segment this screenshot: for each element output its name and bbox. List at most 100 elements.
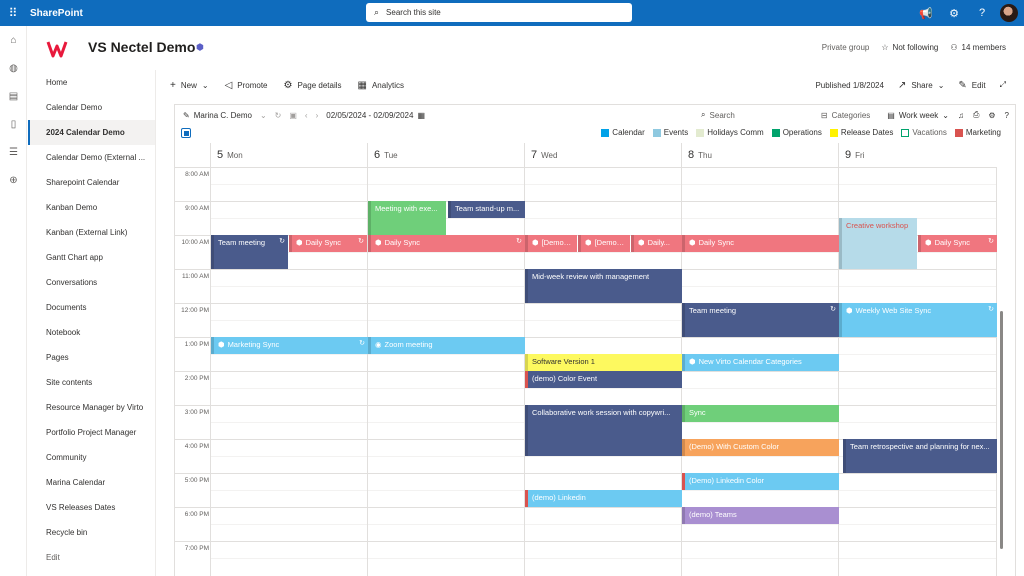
globe-icon[interactable]: ◍ xyxy=(0,54,27,82)
event-daily-sync-fri[interactable]: ⬢ Daily Sync ↻ xyxy=(918,235,997,252)
nav-item-vs-releases-dates[interactable]: VS Releases Dates xyxy=(28,495,155,520)
event-meeting-with-exec[interactable]: Meeting with exe... xyxy=(368,201,446,235)
nav-item-conversations[interactable]: Conversations xyxy=(28,270,155,295)
event-weekly-web-site-sync[interactable]: ⬢ Weekly Web Site Sync ↻ xyxy=(839,303,997,337)
nav-item-community[interactable]: Community xyxy=(28,445,155,470)
event-team-retrospective[interactable]: Team retrospective and planning for nex.… xyxy=(843,439,997,473)
event-demo-teams[interactable]: (demo) Teams xyxy=(682,507,839,524)
event-daily-sync-mon[interactable]: ⬢ Daily Sync ↻ xyxy=(289,235,367,252)
legend-release-dates[interactable]: Release Dates xyxy=(829,128,893,137)
day-header-mon[interactable]: 5 Mon xyxy=(210,143,367,167)
event-marketing-sync[interactable]: ⬢ Marketing Sync ↻ xyxy=(211,337,368,354)
date-range-picker[interactable]: 02/05/2024 - 02/09/2024 ▦ xyxy=(326,111,425,120)
today-icon[interactable]: ▣ xyxy=(289,111,297,120)
next-week-icon[interactable]: › xyxy=(316,111,319,120)
refresh-icon[interactable]: ↻ xyxy=(275,111,282,120)
help-icon[interactable]: ? xyxy=(968,0,996,26)
news-icon[interactable]: ▤ xyxy=(0,82,27,110)
gear-icon[interactable]: ⚙ xyxy=(988,111,995,120)
user-dropdown-icon[interactable]: ⌄ xyxy=(260,111,267,120)
home-icon[interactable]: ⌂ xyxy=(0,26,27,54)
nav-item-2024-calendar-demo[interactable]: 2024 Calendar Demo xyxy=(28,120,155,145)
event-team-meeting-thu[interactable]: Team meeting ↻ xyxy=(682,303,839,337)
user-selector[interactable]: ✎ Marina C. Demo xyxy=(183,111,252,120)
event-midweek-review[interactable]: Mid-week review with management xyxy=(525,269,682,303)
nav-item-resource-manager[interactable]: Resource Manager by Virto xyxy=(28,395,155,420)
nav-item-kanban-external[interactable]: Kanban (External Link) xyxy=(28,220,155,245)
nav-item-sharepoint-calendar[interactable]: Sharepoint Calendar xyxy=(28,170,155,195)
event-zoom-meeting[interactable]: ◉ Zoom meeting xyxy=(368,337,525,354)
site-logo[interactable] xyxy=(46,38,68,60)
day-header-fri[interactable]: 9 Fri xyxy=(838,143,997,167)
nav-item-marina-calendar[interactable]: Marina Calendar xyxy=(28,470,155,495)
event-creative-workshop[interactable]: Creative workshop xyxy=(839,218,917,269)
legend-calendar[interactable]: Calendar xyxy=(601,128,645,137)
gear-icon[interactable]: ⚙ xyxy=(940,0,968,26)
megaphone-icon[interactable]: 📢 xyxy=(912,0,940,26)
event-software-version-1[interactable]: Software Version 1 xyxy=(525,354,682,371)
legend-swatch xyxy=(829,128,838,137)
day-header-thu[interactable]: 8 Thu xyxy=(681,143,838,167)
page-details-button[interactable]: ⚙ Page details xyxy=(284,80,342,91)
prev-week-icon[interactable]: ‹ xyxy=(305,111,308,120)
app-launcher-icon[interactable]: ⠿ xyxy=(0,0,26,26)
event-new-virto-calendar-categories[interactable]: ⬢ New Virto Calendar Categories xyxy=(682,354,839,371)
event-team-meeting-mon[interactable]: Team meeting ↻ xyxy=(211,235,288,269)
analytics-button[interactable]: ▦ Analytics xyxy=(358,80,404,91)
week-grid[interactable]: 8:00 AM 9:00 AM 10:00 AM 11:00 AM 12:00 … xyxy=(175,167,997,576)
nav-item-gantt-chart[interactable]: Gantt Chart app xyxy=(28,245,155,270)
print-icon[interactable]: ⎙ xyxy=(973,110,979,120)
event-daily-sync-thu[interactable]: ⬢ Daily Sync xyxy=(682,235,839,252)
calendar-search-input[interactable]: ⌕ Search xyxy=(701,110,735,120)
event-demo-with-custom-color[interactable]: (Demo) With Custom Color xyxy=(682,439,839,456)
legend-events[interactable]: Events xyxy=(652,128,688,137)
document-icon[interactable]: ▯ xyxy=(0,110,27,138)
event-daily-sync-tue[interactable]: ⬢ Daily Sync ↻ xyxy=(368,235,525,252)
expand-icon[interactable]: ⤢ xyxy=(1000,80,1006,90)
event-team-standup[interactable]: Team stand-up m... xyxy=(448,201,525,218)
share-button[interactable]: ↗ Share ⌄ xyxy=(898,80,944,91)
nav-item-documents[interactable]: Documents xyxy=(28,295,155,320)
nav-item-notebook[interactable]: Notebook xyxy=(28,320,155,345)
categories-filter[interactable]: ⊟ Categories xyxy=(821,111,870,120)
legend-operations[interactable]: Operations xyxy=(771,128,822,137)
list-icon[interactable]: ☰ xyxy=(0,138,27,166)
select-all-checkbox[interactable] xyxy=(181,128,191,138)
legend-marketing[interactable]: Marketing xyxy=(954,128,1001,137)
day-header-tue[interactable]: 6 Tue xyxy=(367,143,524,167)
nav-item-site-contents[interactable]: Site contents xyxy=(28,370,155,395)
event-sync[interactable]: Sync xyxy=(682,405,839,422)
day-header-wed[interactable]: 7 Wed xyxy=(524,143,681,167)
add-icon[interactable]: ⊕ xyxy=(0,166,27,194)
event-demo-linkedin[interactable]: (demo) Linkedin xyxy=(525,490,682,507)
event-demo-1-wed[interactable]: ⬢ [Demo] ... xyxy=(525,235,577,252)
legend-holidays-comm[interactable]: Holidays Comm xyxy=(696,128,764,137)
nav-item-calendar-demo-external[interactable]: Calendar Demo (External ... xyxy=(28,145,155,170)
edit-button[interactable]: ✎ Edit xyxy=(958,80,985,91)
avatar[interactable] xyxy=(1000,4,1018,22)
calendar-scrollbar-thumb[interactable] xyxy=(1000,311,1003,549)
site-title[interactable]: VS Nectel Demo xyxy=(88,39,195,55)
promote-button[interactable]: ◁ Promote xyxy=(225,80,268,91)
event-demo-linkedin-color[interactable]: (Demo) Linkedin Color xyxy=(682,473,839,490)
bell-icon[interactable]: ♫ xyxy=(958,111,964,120)
nav-item-calendar-demo[interactable]: Calendar Demo xyxy=(28,95,155,120)
event-collaborative-work-session[interactable]: Collaborative work session with copywri.… xyxy=(525,405,682,456)
help-icon[interactable]: ? xyxy=(1005,111,1009,120)
nav-item-kanban-demo[interactable]: Kanban Demo xyxy=(28,195,155,220)
members-button[interactable]: ⚇ 14 members xyxy=(950,43,1006,52)
follow-button[interactable]: ☆ Not following xyxy=(881,43,938,52)
nav-item-recycle-bin[interactable]: Recycle bin xyxy=(28,520,155,545)
site-search-input[interactable]: ⌕ Search this site xyxy=(366,3,632,22)
nav-item-home[interactable]: Home xyxy=(28,70,155,95)
legend-vacations[interactable]: Vacations xyxy=(901,128,947,137)
view-selector[interactable]: ▤ Work week ⌄ xyxy=(887,111,949,120)
nav-edit-link[interactable]: Edit xyxy=(28,545,155,570)
event-daily-wed[interactable]: ⬢ Daily... xyxy=(631,235,682,252)
event-demo-2-wed[interactable]: ⬢ [Demo] ... xyxy=(578,235,630,252)
new-button[interactable]: + New ⌄ xyxy=(170,80,209,91)
nav-item-portfolio-project-manager[interactable]: Portfolio Project Manager xyxy=(28,420,155,445)
event-demo-color-event[interactable]: (demo) Color Event xyxy=(525,371,682,388)
nav-item-pages[interactable]: Pages xyxy=(28,345,155,370)
app-name[interactable]: SharePoint xyxy=(30,8,83,19)
